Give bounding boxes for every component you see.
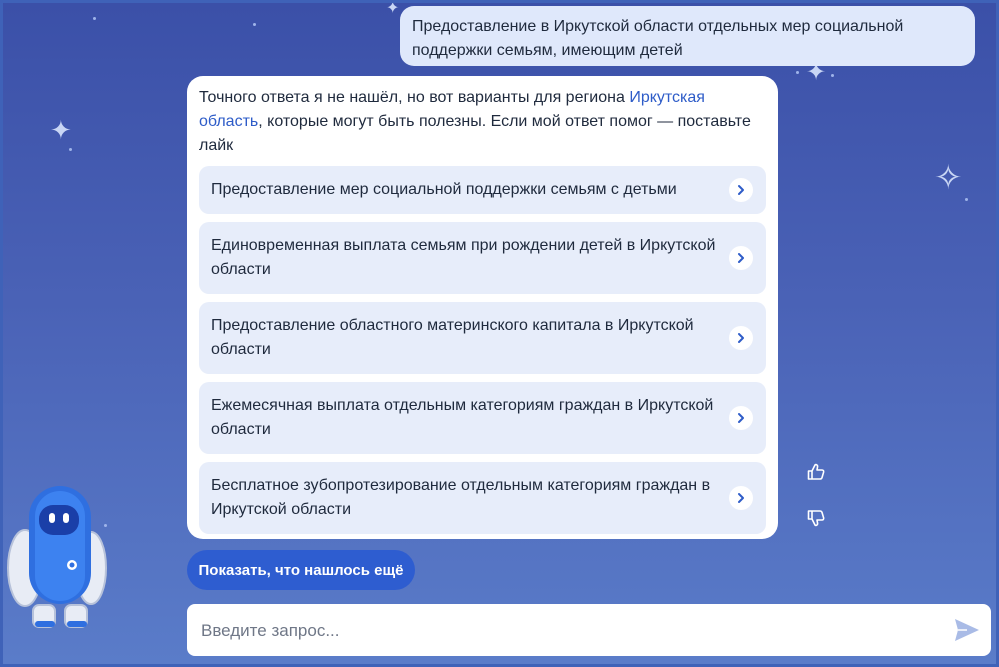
thumbs-down-icon: [806, 508, 826, 533]
option-label: Бесплатное зубопротезирование отдельным …: [211, 477, 711, 518]
sparkle-dot: [796, 71, 799, 74]
query-input-bar: [187, 604, 991, 658]
option-label: Единовременная выплата семьям при рожден…: [211, 237, 716, 278]
robot-mascot-icon: [7, 486, 107, 628]
sparkle-dot: [831, 74, 834, 77]
show-more-button[interactable]: Показать, что нашлось ещё: [187, 550, 415, 590]
option-item[interactable]: Предоставление мер социальной поддержки …: [199, 166, 766, 214]
option-label: Предоставление областного материнского к…: [211, 317, 694, 358]
sparkle-dot: [253, 23, 256, 26]
sparkle-dot: [69, 148, 72, 151]
bot-intro-text: Точного ответа я не нашёл, но вот вариан…: [199, 86, 766, 158]
user-message-bubble: Предоставление в Иркутской области отдел…: [400, 6, 975, 66]
option-item[interactable]: Бесплатное зубопротезирование отдельным …: [199, 462, 766, 534]
user-message-text: Предоставление в Иркутской области отдел…: [412, 18, 904, 59]
sparkle-star: ✧: [934, 159, 963, 197]
send-icon: [955, 619, 979, 641]
option-item[interactable]: Единовременная выплата семьям при рожден…: [199, 222, 766, 294]
like-button[interactable]: [803, 461, 829, 487]
sparkle-star: ✦: [50, 115, 72, 145]
query-input[interactable]: [199, 604, 933, 658]
chat-window: ✦ ✦ ✦ ✧ Предоставление в Иркутской облас…: [0, 0, 999, 667]
send-button[interactable]: [953, 617, 981, 643]
chevron-right-icon: [729, 246, 753, 270]
bot-intro-before: Точного ответа я не нашёл, но вот вариан…: [199, 89, 630, 106]
bot-intro-after: , которые могут быть полезны. Если мой о…: [199, 113, 751, 154]
chevron-right-icon: [729, 486, 753, 510]
option-label: Ежемесячная выплата отдельным категориям…: [211, 397, 714, 438]
sparkle-star: ✦: [386, 0, 400, 17]
option-item[interactable]: Предоставление областного материнского к…: [199, 302, 766, 374]
option-item[interactable]: Ежемесячная выплата отдельным категориям…: [199, 382, 766, 454]
sparkle-dot: [965, 198, 968, 201]
thumbs-up-icon: [806, 462, 826, 487]
dislike-button[interactable]: [803, 507, 829, 533]
sparkle-dot: [93, 17, 96, 20]
chevron-right-icon: [729, 326, 753, 350]
chevron-right-icon: [729, 406, 753, 430]
bot-response-card: Точного ответа я не нашёл, но вот вариан…: [187, 76, 778, 539]
chevron-right-icon: [729, 178, 753, 202]
option-label: Предоставление мер социальной поддержки …: [211, 181, 677, 198]
